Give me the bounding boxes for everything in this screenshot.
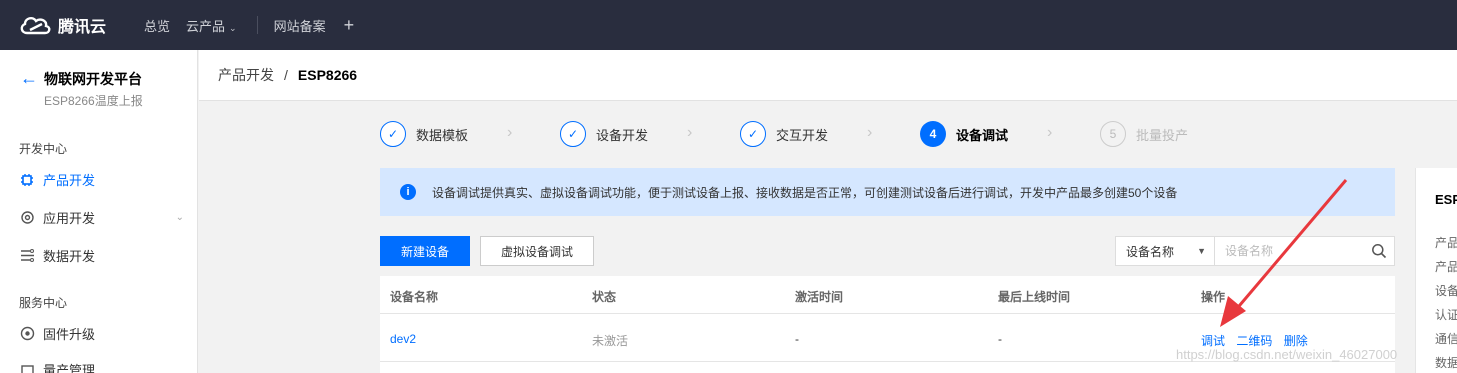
sidebar-item-label: 数据开发 [43,249,96,264]
sidebar-item-label: 量产管理 [43,363,96,373]
table-header: 设备名称 状态 激活时间 最后上线时间 操作 [380,276,1395,314]
sidebar-item-label: 产品开发 [43,173,96,188]
debug-link[interactable]: 调试 [1201,334,1225,348]
search-input[interactable] [1214,236,1395,266]
search-field-select[interactable]: 设备名称 ▼ [1115,236,1215,266]
sidebar-item-label: 应用开发 [43,211,96,226]
sidebar-item-app-dev[interactable]: 应用开发 ⌄ [19,208,184,227]
step-device-dev[interactable]: ✓ 设备开发 [560,121,648,147]
platform-title: 物联网开发平台 [44,70,142,87]
info-banner: i 设备调试提供真实、虚拟设备调试功能，便于测试设备上报、接收数据是否正常，可创… [380,168,1395,216]
new-device-button[interactable]: 新建设备 [380,236,470,266]
page-title: ESP8266 [297,67,358,83]
check-icon: ✓ [380,121,406,147]
search-icon[interactable] [1371,243,1387,259]
add-shortcut-icon[interactable]: + [344,15,355,36]
chevron-right-icon: › [867,124,873,141]
panel-title: ESP8266 [1435,192,1457,207]
step-interaction-dev[interactable]: ✓ 交互开发 [740,121,828,147]
sidebar-item-product-dev[interactable]: 产品开发 [19,170,184,189]
column-last-online: 最后上线时间 [998,290,1071,304]
panel-item: 设备 [1435,284,1457,298]
check-icon: ✓ [560,121,586,147]
panel-item: 产品ID [1435,260,1457,274]
step-device-debug[interactable]: 4 设备调试 [920,121,1008,147]
delete-link[interactable]: 删除 [1284,334,1308,348]
step-label: 数据模板 [416,127,469,143]
step-number: 4 [920,121,946,147]
section-dev-center: 开发中心 [19,142,68,156]
breadcrumb-product-dev[interactable]: 产品开发 [218,65,274,85]
step-mass-production[interactable]: 5 批量投产 [1100,121,1188,147]
column-status: 状态 [592,290,617,304]
section-service-center: 服务中心 [19,296,68,310]
nav-overview[interactable]: 总览 [144,16,170,35]
sidebar-item-mass-production[interactable]: 量产管理 [19,360,184,373]
caret-down-icon: ▼ [1197,246,1206,256]
chip-icon [19,172,35,188]
top-nav: 腾讯云 总览 云产品 ⌄ 网站备案 + [0,0,1457,50]
back-to-platform[interactable]: ← 物联网开发平台 [20,68,142,89]
device-last-online: - [998,332,1002,346]
breadcrumb-separator: / [284,67,288,83]
step-label: 交互开发 [776,127,829,143]
device-status: 未激活 [592,334,629,348]
factory-icon [19,362,35,373]
step-label: 批量投产 [1136,127,1189,143]
gear-icon [19,210,35,226]
data-flow-icon [19,248,35,264]
panel-item: 认证方式 [1435,308,1457,322]
column-activated-time: 激活时间 [795,290,844,304]
panel-item: 通信方式 [1435,332,1457,346]
info-icon: i [400,184,416,200]
sidebar-item-firmware[interactable]: 固件升级 [19,324,184,343]
arrow-left-icon[interactable]: ← [20,68,40,89]
upgrade-icon [19,326,35,342]
project-name: ESP8266温度上报 [44,94,143,108]
device-activated-time: - [795,332,799,346]
virtual-debug-button[interactable]: 虚拟设备调试 [480,236,594,266]
brand-name: 腾讯云 [58,19,107,36]
nav-divider [256,16,258,34]
chevron-right-icon: › [1047,124,1053,141]
chevron-down-icon: ⌄ [175,212,184,223]
panel-item: 数据协议 [1435,356,1457,370]
breadcrumb: 产品开发 / ESP8266 [199,50,1457,101]
sidebar-item-label: 固件升级 [43,327,96,342]
chevron-down-icon: ⌄ [229,22,237,33]
qrcode-link[interactable]: 二维码 [1236,334,1272,348]
chevron-right-icon: › [507,124,513,141]
info-text: 设备调试提供真实、虚拟设备调试功能，便于测试设备上报、接收数据是否正常，可创建测… [432,185,1178,200]
sidebar-item-data-dev[interactable]: 数据开发 [19,246,184,265]
nav-products-label: 云产品 [186,18,226,34]
nav-products[interactable]: 云产品 ⌄ [186,16,237,35]
search-field-value: 设备名称 [1126,244,1175,259]
step-label: 设备开发 [596,127,649,143]
step-label: 设备调试 [956,127,1009,143]
step-data-template[interactable]: ✓ 数据模板 [380,121,468,147]
product-info-panel: ESP8266 产品名称 产品ID 设备 认证方式 通信方式 数据协议 [1415,168,1457,373]
step-number: 5 [1100,121,1126,147]
panel-item: 产品名称 [1435,236,1457,250]
chevron-right-icon: › [687,124,693,141]
device-name-link[interactable]: dev2 [390,332,416,346]
column-device-name: 设备名称 [390,290,439,304]
cloud-logo-icon [20,16,51,35]
sidebar: ← 物联网开发平台 ESP8266温度上报 开发中心 产品开发 应用开发 ⌄ 数… [0,50,198,373]
brand-logo[interactable]: 腾讯云 [18,13,128,37]
watermark: https://blog.csdn.net/weixin_46027000 [1176,347,1398,362]
column-actions: 操作 [1201,290,1226,304]
nav-icp-filing[interactable]: 网站备案 [274,16,326,35]
check-icon: ✓ [740,121,766,147]
